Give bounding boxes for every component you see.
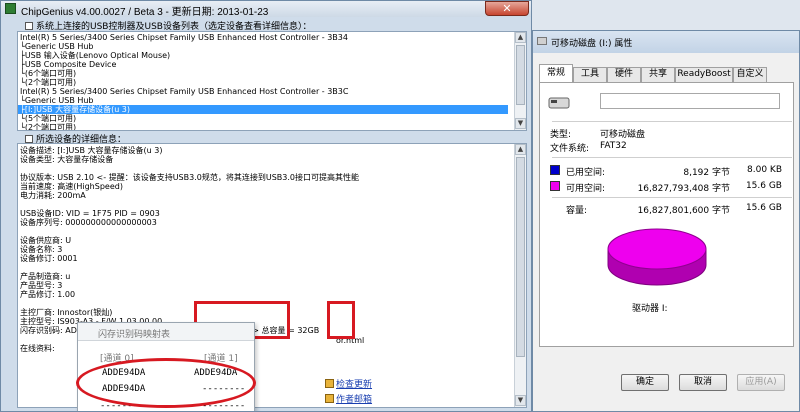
tab-hardware[interactable]: 硬件 [607,67,641,82]
detail-line: 设备供应商: U [20,236,72,245]
scroll-up-icon[interactable]: ▲ [515,144,526,155]
detail-line: 产品修订: 1.00 [20,290,76,299]
tree-item[interactable]: ├USB Composite Device [20,60,116,69]
tree-item[interactable]: └(6个端口可用) [20,69,76,78]
general-tab-panel: 类型: 可移动磁盘 文件系统: FAT32 已用空间: 8,192 字节 8.0… [539,82,794,347]
tree-item[interactable]: └(5个端口可用) [20,114,76,123]
tab-tools[interactable]: 工具 [573,67,607,82]
device-tree[interactable]: Intel(R) 5 Series/3400 Series Chipset Fa… [17,31,527,131]
type-label: 类型: [550,130,572,140]
update-icon [325,379,334,388]
drive-caption: 驱动器 I: [632,304,668,314]
chipgenius-window: ChipGenius v4.00.0027 / Beta 3 - 更新日期: 2… [0,0,532,412]
annotation-ellipse [76,358,256,408]
used-space-size: 8.00 KB [747,165,782,175]
tree-item[interactable]: ├USB 输入设备(Lenovo Optical Mouse) [20,51,170,60]
author-email-label: 作者邮箱 [336,395,373,405]
filesystem-label: 文件系统: [550,144,590,154]
tree-item[interactable]: └(2个端口可用) [20,123,76,130]
tree-item[interactable]: Intel(R) 5 Series/3400 Series Chipset Fa… [20,33,348,42]
check-update-label: 检查更新 [336,380,373,390]
detail-line: 产品型号: 3 [20,281,63,290]
detail-line: 设备序列号: 000000000000000003 [20,218,157,227]
detail-line: 在线资料: [20,344,55,353]
tab-readyboost[interactable]: ReadyBoost [675,67,733,82]
apply-button[interactable]: 应用(A) [737,374,785,391]
scroll-down-icon[interactable]: ▼ [515,118,526,129]
tab-customize[interactable]: 自定义 [733,67,767,82]
free-space-size: 15.6 GB [745,181,782,191]
tab-general[interactable]: 常规 [539,64,573,83]
title-bar[interactable]: ChipGenius v4.00.0027 / Beta 3 - 更新日期: 2… [1,1,531,18]
capacity-label: 容量: [566,206,588,216]
scroll-thumb[interactable] [516,157,525,357]
detail-line: 当前速度: 高速(HighSpeed) [20,182,123,191]
close-button[interactable]: ✕ [485,1,529,16]
detail-line: 设备描述: [I:]USB 大容量存储设备(u 3) [20,146,163,155]
detail-line: 主控厂商: Innostor(银灿) [20,308,113,317]
used-space-swatch [550,165,560,175]
detail-line: 设备名称: 3 [20,245,63,254]
properties-dialog: 可移动磁盘 (I:) 属性 常规 工具 硬件 共享 ReadyBoost 自定义… [532,30,800,412]
drive-label-input[interactable] [600,93,780,109]
tab-sharing[interactable]: 共享 [641,67,675,82]
dialog-title: 可移动磁盘 (I:) 属性 [551,39,633,49]
detail-scrollbar[interactable]: ▲ ▼ [514,144,526,407]
tree-item[interactable]: └(2个端口可用) [20,78,76,87]
free-space-swatch [550,181,560,191]
capacity-bytes: 16,827,801,600 字节 [637,206,730,216]
tree-item[interactable]: └Generic USB Hub [20,42,94,51]
divider [552,157,792,158]
used-space-bytes: 8,192 字节 [683,168,730,178]
detail-line: 设备修订: 0001 [20,254,78,263]
app-icon [5,3,16,14]
popup-title: 闪存识别码映射表 [78,323,254,341]
free-space-label: 可用空间: [566,184,606,194]
detail-line: 协议版本: USB 2.10 <- 提醒：该设备支持USB3.0规范，将其连接到… [20,173,359,182]
author-email-link[interactable]: 作者邮箱 [325,392,372,405]
capacity-size: 15.6 GB [745,203,782,213]
tree-item[interactable]: Intel(R) 5 Series/3400 Series Chipset Fa… [20,87,348,96]
cancel-button[interactable]: 取消 [679,374,727,391]
used-space-label: 已用空间: [566,168,606,178]
tree-item[interactable]: └Generic USB Hub [20,96,94,105]
scroll-down-icon[interactable]: ▼ [515,395,526,406]
divider [552,197,792,198]
usb-list-icon [25,22,33,30]
tree-scrollbar[interactable]: ▲ ▼ [514,32,526,130]
detail-line: 设备类型: 大容量存储设备 [20,155,114,164]
scroll-up-icon[interactable]: ▲ [515,32,526,43]
detail-line: 产品制造商: u [20,272,71,281]
tree-item-selected[interactable]: ├[I:]USB 大容量存储设备(u 3) [18,105,508,114]
email-icon [325,394,334,403]
filesystem-value: FAT32 [600,141,627,151]
free-space-bytes: 16,827,793,408 字节 [637,184,730,194]
scroll-thumb[interactable] [516,45,525,105]
usb-drive-icon [548,97,570,109]
info-icon [25,135,33,143]
type-value: 可移动磁盘 [600,130,646,140]
detail-line: 电力消耗: 200mA [20,191,86,200]
annotation-box-capacity [327,301,355,339]
disk-usage-pie [607,228,707,286]
divider [552,121,792,122]
dialog-title-bar[interactable]: 可移动磁盘 (I:) 属性 [533,31,799,53]
check-update-link[interactable]: 检查更新 [325,377,372,390]
drive-icon [537,37,547,45]
window-title: ChipGenius v4.00.0027 / Beta 3 - 更新日期: 2… [21,7,269,18]
detail-line: USB设备ID: VID = 1F75 PID = 0903 [20,209,160,218]
ok-button[interactable]: 确定 [621,374,669,391]
